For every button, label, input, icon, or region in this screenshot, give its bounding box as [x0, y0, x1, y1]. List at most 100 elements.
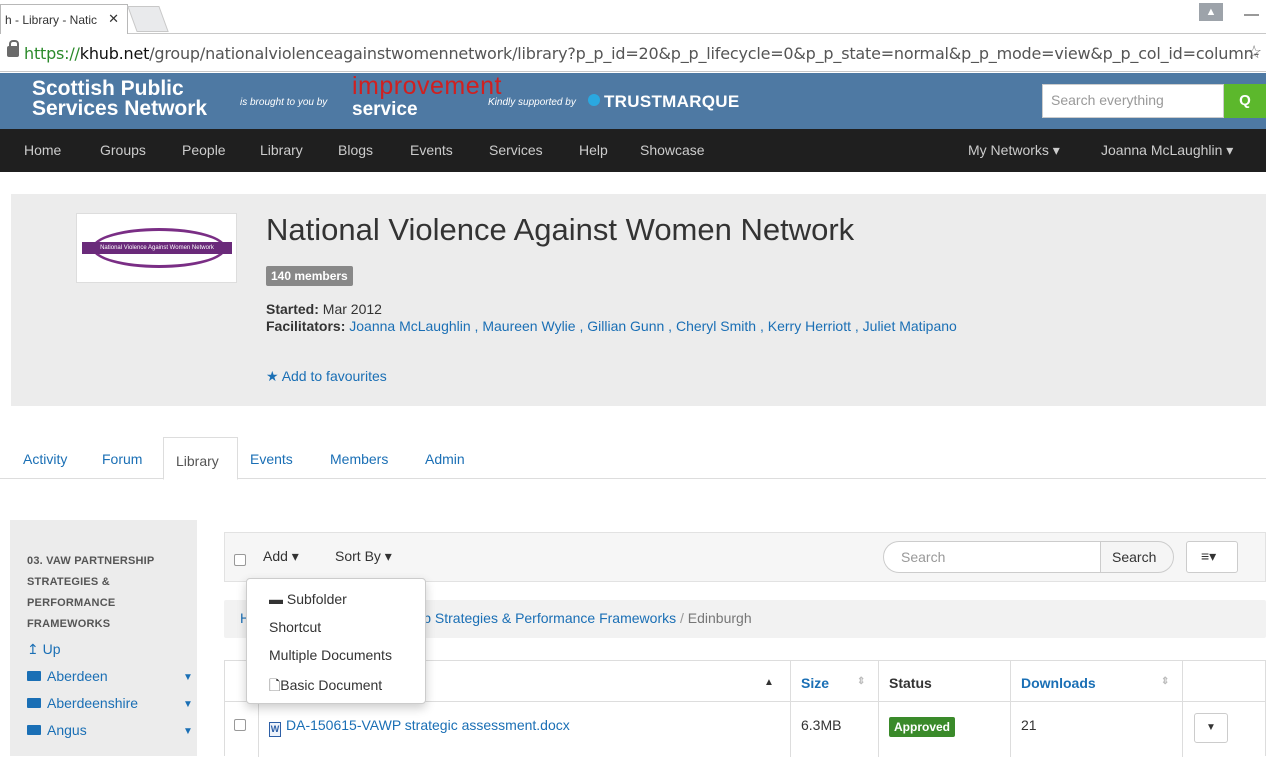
sort-asc-icon: ▲ — [764, 677, 774, 688]
nav-blogs[interactable]: Blogs — [338, 142, 373, 158]
add-button[interactable]: Add ▾ — [263, 548, 299, 565]
menu-item-subfolder[interactable]: ▬ Subfolder — [269, 591, 347, 607]
supported-by-text: Kindly supported by — [488, 97, 576, 108]
file-icon: 🗋 — [269, 677, 281, 693]
document-name-cell[interactable]: W DA-150615-VAWP strategic assessment.doc… — [259, 701, 791, 757]
favourites-label[interactable]: Add to favourites — [282, 368, 387, 384]
header-size-label: Size — [801, 675, 830, 691]
library-toolbar: Add ▾ Sort By ▾ Search Search ≡▾ — [224, 532, 1266, 582]
group-title: National Violence Against Women Network — [266, 212, 855, 247]
display-style-button[interactable]: ≡▾ — [1186, 541, 1238, 573]
folder-icon — [27, 698, 41, 708]
menu-item-shortcut[interactable]: Shortcut — [269, 619, 321, 635]
trustmarque-logo-icon — [588, 94, 600, 106]
url-text[interactable]: https://khub.net/group/nationalviolencea… — [24, 44, 1259, 63]
sidebar-folder-aberdeenshire[interactable]: Aberdeenshire ▼ — [27, 695, 193, 711]
word-document-icon: W — [269, 722, 281, 737]
facilitators-links[interactable]: Joanna McLaughlin , Maureen Wylie , Gill… — [345, 318, 957, 334]
library-search-button[interactable]: Search — [1100, 541, 1174, 573]
url-host: khub.net — [79, 44, 150, 63]
library-search-input[interactable]: Search — [883, 541, 1101, 573]
browser-tab[interactable]: h - Library - Natic ✕ — [0, 4, 128, 34]
chevron-down-icon[interactable]: ▼ — [183, 726, 193, 737]
menu-item-label: Basic Document — [280, 677, 383, 693]
tab-admin[interactable]: Admin — [425, 451, 465, 467]
add-to-favourites-link[interactable]: ★ Add to favourites — [266, 368, 387, 385]
sidebar-folder-angus[interactable]: Angus ▼ — [27, 722, 193, 738]
breadcrumb-parent-folder[interactable]: ip Strategies & Performance Frameworks — [420, 610, 676, 626]
site-search-input[interactable]: Search everything — [1042, 84, 1224, 118]
nav-groups[interactable]: Groups — [100, 142, 146, 158]
close-tab-icon[interactable]: ✕ — [108, 11, 119, 27]
tab-library[interactable]: Library — [163, 437, 238, 480]
up-arrow-icon: ↥ — [27, 641, 39, 657]
tab-members[interactable]: Members — [330, 451, 388, 467]
members-badge: 140 members — [266, 266, 353, 286]
bookmark-star-icon[interactable]: ☆ — [1246, 42, 1262, 63]
star-icon: ★ — [266, 368, 279, 384]
document-size: 6.3MB — [791, 701, 879, 757]
group-header: National Violence Against Women Network … — [11, 194, 1266, 406]
document-downloads: 21 — [1011, 701, 1183, 757]
document-link[interactable]: DA-150615-VAWP strategic assessment.docx — [286, 717, 570, 733]
document-status-cell: Approved — [879, 701, 1011, 757]
browser-tab-bar: h - Library - Natic ✕ ▲ — — [0, 0, 1266, 34]
minimize-icon[interactable]: — — [1244, 6, 1259, 23]
sponsor-logo-text: TRUSTMARQUE — [604, 92, 740, 111]
nav-user-menu[interactable]: Joanna McLaughlin ▾ — [1101, 142, 1233, 159]
nav-my-networks[interactable]: My Networks ▾ — [968, 142, 1060, 159]
address-bar[interactable]: https://khub.net/group/nationalviolencea… — [0, 34, 1266, 72]
sort-by-button[interactable]: Sort By ▾ — [335, 548, 392, 565]
new-tab-button[interactable] — [127, 6, 169, 32]
breadcrumb-separator: / — [676, 610, 688, 626]
sort-icon: ⇕ — [857, 676, 866, 687]
main-nav: Home Groups People Library Blogs Events … — [0, 129, 1266, 172]
nav-home[interactable]: Home — [24, 142, 61, 158]
url-scheme: https:// — [24, 44, 80, 63]
sidebar-folder-label: Angus — [47, 722, 87, 738]
header-size[interactable]: Size ⇕ — [791, 661, 879, 701]
chevron-down-icon[interactable]: ▼ — [183, 672, 193, 683]
header-downloads[interactable]: Downloads ⇕ — [1011, 661, 1183, 701]
sidebar-folder-aberdeen[interactable]: Aberdeen ▼ — [27, 668, 193, 684]
facilitators: Facilitators: Joanna McLaughlin , Mauree… — [266, 318, 996, 334]
facilitators-label: Facilitators: — [266, 318, 346, 334]
current-folder-name: 03. VAW PARTNERSHIP STRATEGIES & PERFORM… — [27, 555, 155, 630]
folder-icon — [27, 671, 41, 681]
folder-icon — [27, 725, 41, 735]
group-logo-text: National Violence Against Women Network — [82, 242, 232, 254]
site-search-button[interactable]: Q — [1224, 84, 1266, 118]
site-logo[interactable]: Scottish Public Services Network — [32, 78, 208, 120]
group-tabs: Activity Forum Library Events Members Ad… — [0, 437, 1266, 480]
menu-item-basic-document[interactable]: 🗋Basic Document — [269, 675, 382, 699]
nav-showcase[interactable]: Showcase — [640, 142, 705, 158]
lock-icon — [7, 40, 19, 57]
up-label[interactable]: Up — [43, 641, 61, 657]
menu-item-multiple-documents[interactable]: Multiple Documents — [269, 647, 392, 663]
menu-item-label: Subfolder — [286, 591, 347, 607]
nav-events[interactable]: Events — [410, 142, 453, 158]
nav-services[interactable]: Services — [489, 142, 543, 158]
started-value: Mar 2012 — [318, 301, 382, 317]
nav-help[interactable]: Help — [579, 142, 608, 158]
service-logo-text: service — [352, 99, 418, 120]
tab-forum[interactable]: Forum — [102, 451, 142, 467]
status-badge: Approved — [889, 717, 956, 737]
up-link[interactable]: ↥ Up — [27, 641, 61, 658]
site-logo-line2: Services Network — [32, 97, 208, 120]
started-label: Started: — [266, 301, 319, 317]
profile-icon[interactable]: ▲ — [1199, 3, 1223, 21]
nav-library[interactable]: Library — [260, 142, 303, 158]
sidebar-folder-label: Aberdeen — [47, 668, 108, 684]
nav-people[interactable]: People — [182, 142, 226, 158]
select-all-checkbox[interactable] — [234, 554, 246, 566]
chevron-down-icon[interactable]: ▼ — [183, 699, 193, 710]
tab-activity[interactable]: Activity — [23, 451, 67, 467]
header-status-label: Status — [889, 675, 932, 691]
started-date: Started: Mar 2012 — [266, 301, 382, 317]
group-logo: National Violence Against Women Network — [76, 213, 237, 283]
tab-events[interactable]: Events — [250, 451, 293, 467]
row-actions-button[interactable]: ▼ — [1194, 713, 1228, 743]
url-path: /group/nationalviolenceagainstwomennetwo… — [149, 44, 1260, 63]
browser-tab-title: h - Library - Natic — [5, 13, 98, 27]
